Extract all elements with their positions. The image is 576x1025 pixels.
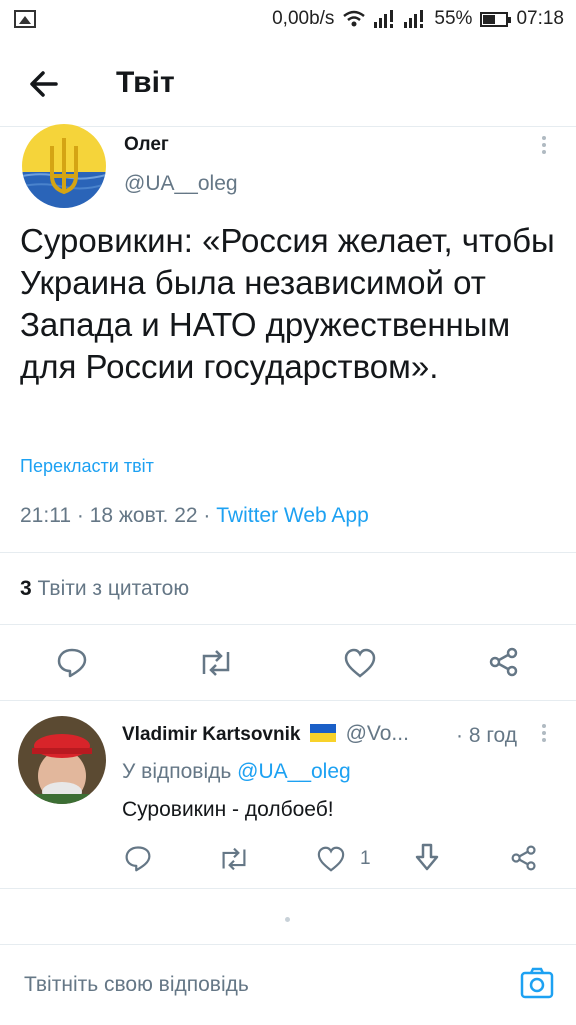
- tweet-source[interactable]: Twitter Web App: [216, 504, 369, 527]
- battery-fill: [483, 14, 496, 24]
- reply-like-count: 1: [360, 848, 371, 869]
- reply-downvote-button[interactable]: [414, 842, 440, 877]
- tweet-text: Суровикин: «Россия желает, чтобы Украина…: [20, 222, 555, 385]
- retweet-button[interactable]: [198, 648, 234, 683]
- reply-icon: [125, 846, 151, 872]
- clock: 07:18: [516, 8, 564, 29]
- divider: [0, 624, 576, 625]
- reply-retweet-button[interactable]: [218, 846, 250, 877]
- page-title: Твіт: [116, 66, 175, 99]
- network-speed: 0,00b/s: [272, 8, 335, 29]
- camera-icon: [520, 967, 554, 999]
- reply-icon: [57, 648, 87, 678]
- camera-button[interactable]: [520, 967, 554, 1004]
- reply-author-avatar[interactable]: [18, 716, 106, 804]
- reply-author-name[interactable]: Vladimir Kartsovnik: [122, 724, 300, 745]
- divider: [0, 552, 576, 553]
- share-icon: [511, 845, 536, 871]
- reply-text: Суровикин - долбоеб!: [122, 798, 334, 821]
- author-name[interactable]: Олег: [124, 134, 169, 156]
- tweet-menu-icon[interactable]: [542, 136, 546, 157]
- arrow-down-icon: [415, 843, 439, 871]
- heart-icon: [344, 648, 376, 678]
- reply-share-button[interactable]: [510, 844, 538, 877]
- author-handle[interactable]: @UA__oleg: [124, 172, 238, 196]
- quote-label: Твіти з цитатою: [31, 577, 190, 600]
- reply-reply-button[interactable]: [124, 844, 152, 877]
- tweet-meta: 21:11 · 18 жовт. 22 · Twitter Web App: [20, 504, 369, 528]
- ukraine-trident-avatar: [22, 124, 106, 208]
- divider: [0, 888, 576, 889]
- retweet-icon: [202, 650, 230, 676]
- divider: [0, 700, 576, 701]
- translate-link[interactable]: Перекласти твіт: [20, 456, 154, 477]
- back-button[interactable]: [26, 66, 66, 102]
- loading-dot: [285, 917, 290, 922]
- author-avatar[interactable]: [22, 124, 106, 208]
- reply-header: Vladimir Kartsovnik @Vo...: [122, 722, 409, 746]
- reply-like-button[interactable]: 1: [316, 846, 371, 872]
- header: Твіт: [0, 42, 576, 127]
- battery-icon: [480, 11, 512, 27]
- quote-count: 3: [20, 577, 32, 600]
- compose-placeholder[interactable]: Твітніть свою відповідь: [24, 973, 249, 997]
- battery-percent: 55%: [434, 8, 473, 29]
- reply-to-handle[interactable]: @UA__oleg: [237, 760, 351, 783]
- signal-icon-1: [374, 10, 394, 28]
- reply-author-handle[interactable]: @Vo...: [346, 722, 409, 745]
- share-icon: [489, 647, 518, 677]
- share-button[interactable]: [488, 646, 520, 683]
- reply-menu-icon[interactable]: [542, 724, 546, 745]
- reply-time: · 8 год: [456, 724, 518, 747]
- status-right: 0,00b/s 55% 07:18: [272, 8, 564, 30]
- gallery-icon: [14, 10, 36, 28]
- person-photo-avatar: [18, 716, 106, 804]
- tweet-timestamp: 21:11 · 18 жовт. 22 ·: [20, 504, 217, 527]
- status-bar: 0,00b/s 55% 07:18: [0, 0, 576, 40]
- reply-to-line: У відповідь @UA__oleg: [122, 760, 351, 784]
- arrow-left-icon: [30, 71, 58, 97]
- signal-icon-2: [404, 10, 424, 28]
- heart-icon: [317, 846, 345, 872]
- like-button[interactable]: [343, 648, 377, 683]
- wifi-icon: [343, 10, 366, 27]
- quote-stats[interactable]: 3 Твіти з цитатою: [20, 577, 189, 601]
- retweet-icon: [222, 847, 246, 871]
- ukraine-flag-icon: [310, 724, 337, 742]
- compose-bar[interactable]: Твітніть свою відповідь: [0, 944, 576, 1025]
- reply-button[interactable]: [56, 646, 88, 683]
- reply-to-label: У відповідь: [122, 760, 238, 783]
